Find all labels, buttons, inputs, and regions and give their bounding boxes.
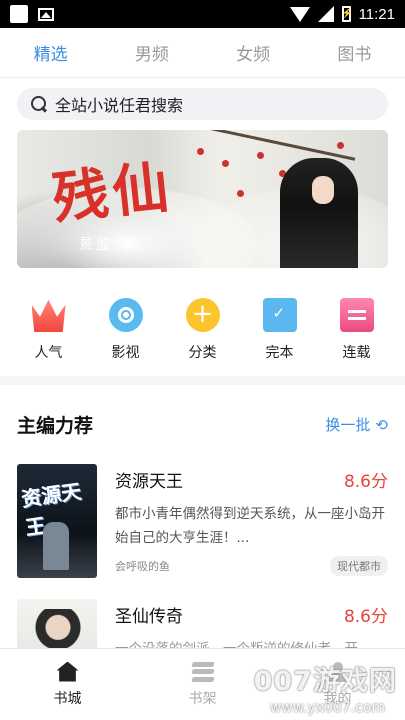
book-title: 圣仙传奇 <box>115 607 183 627</box>
signal-icon <box>317 6 334 22</box>
search-icon <box>31 96 47 112</box>
site-watermark-url: www.yx007.com <box>269 700 385 716</box>
book-cover: 资源天王 <box>17 464 97 578</box>
refresh-button[interactable]: 换一批 ⟲ <box>325 414 388 435</box>
completed-icon <box>262 298 297 332</box>
image-notification-icon <box>38 7 54 21</box>
book-title: 资源天王 <box>115 472 183 492</box>
popularity-icon <box>31 299 66 332</box>
banner-title: 残仙 <box>49 153 176 233</box>
search-bar[interactable]: 全站小说任君搜索 <box>17 88 388 120</box>
quick-entry-label: 人气 <box>34 345 63 361</box>
banner-blossom <box>197 148 204 155</box>
nav-bookshelf[interactable]: 书架 <box>158 661 248 708</box>
promo-banner[interactable]: 残仙 景监 著 <box>17 130 388 268</box>
quick-entry-completed[interactable]: 完本 <box>250 298 310 376</box>
book-description: 都市小青年偶然得到逆天系统，从一座小岛开始自己的大亨生涯！... <box>115 506 385 546</box>
book-author: 会呼吸的鱼 <box>115 560 170 573</box>
tab-books[interactable]: 图书 <box>323 40 385 65</box>
banner-blossom <box>237 190 244 197</box>
tab-female[interactable]: 女频 <box>222 40 284 65</box>
banner-character-face <box>312 176 334 204</box>
cover-figure <box>43 522 69 570</box>
quick-entry-label: 连载 <box>342 345 371 361</box>
quick-entry-film[interactable]: 影视 <box>96 298 156 376</box>
app-notification-icon <box>10 5 28 23</box>
section-title: 主编力荐 <box>17 415 94 437</box>
quick-entry-label: 完本 <box>265 345 294 361</box>
book-genre-tag: 现代都市 <box>330 556 388 576</box>
nav-label: 书城 <box>53 690 82 707</box>
banner-character <box>280 158 358 268</box>
status-bar: 11:21 <box>0 0 405 28</box>
category-tabs: 精选 男频 女频 图书 <box>0 28 405 78</box>
editor-picks-header: 主编力荐 换一批 ⟲ <box>0 385 405 438</box>
quick-entry-category[interactable]: + 分类 <box>173 298 233 376</box>
tab-featured[interactable]: 精选 <box>20 40 82 65</box>
banner-blossom <box>337 142 344 149</box>
battery-charging-icon <box>341 6 353 22</box>
quick-entry-serial[interactable]: 连载 <box>327 298 387 376</box>
section-divider <box>0 376 405 385</box>
refresh-icon: ⟲ <box>375 415 388 434</box>
banner-blossom <box>257 152 264 159</box>
quick-entry-popularity[interactable]: 人气 <box>19 298 79 376</box>
site-watermark: 007游戏网 <box>253 666 397 697</box>
category-icon: + <box>185 298 220 332</box>
wifi-icon <box>289 6 310 22</box>
banner-blossom <box>222 160 229 167</box>
quick-entry-label: 影视 <box>111 345 140 361</box>
nav-bookstore[interactable]: 书城 <box>23 661 113 708</box>
film-icon <box>108 298 143 332</box>
book-score: 8.6分 <box>343 607 388 627</box>
search-placeholder: 全站小说任君搜索 <box>55 96 184 115</box>
quick-entries: 人气 影视 + 分类 完本 连载 <box>0 268 405 376</box>
book-item[interactable]: 资源天王 资源天王 8.6分 都市小青年偶然得到逆天系统，从一座小岛开始自己的大… <box>0 464 405 578</box>
quick-entry-label: 分类 <box>188 345 217 361</box>
book-score: 8.6分 <box>343 472 388 492</box>
home-icon <box>56 661 79 682</box>
status-time: 11:21 <box>358 5 395 23</box>
nav-label: 书架 <box>188 690 217 707</box>
tab-male[interactable]: 男频 <box>121 40 183 65</box>
bookshelf-icon <box>190 661 215 682</box>
refresh-label: 换一批 <box>325 416 371 434</box>
serial-icon <box>339 298 374 332</box>
banner-author: 景监 著 <box>79 237 138 253</box>
